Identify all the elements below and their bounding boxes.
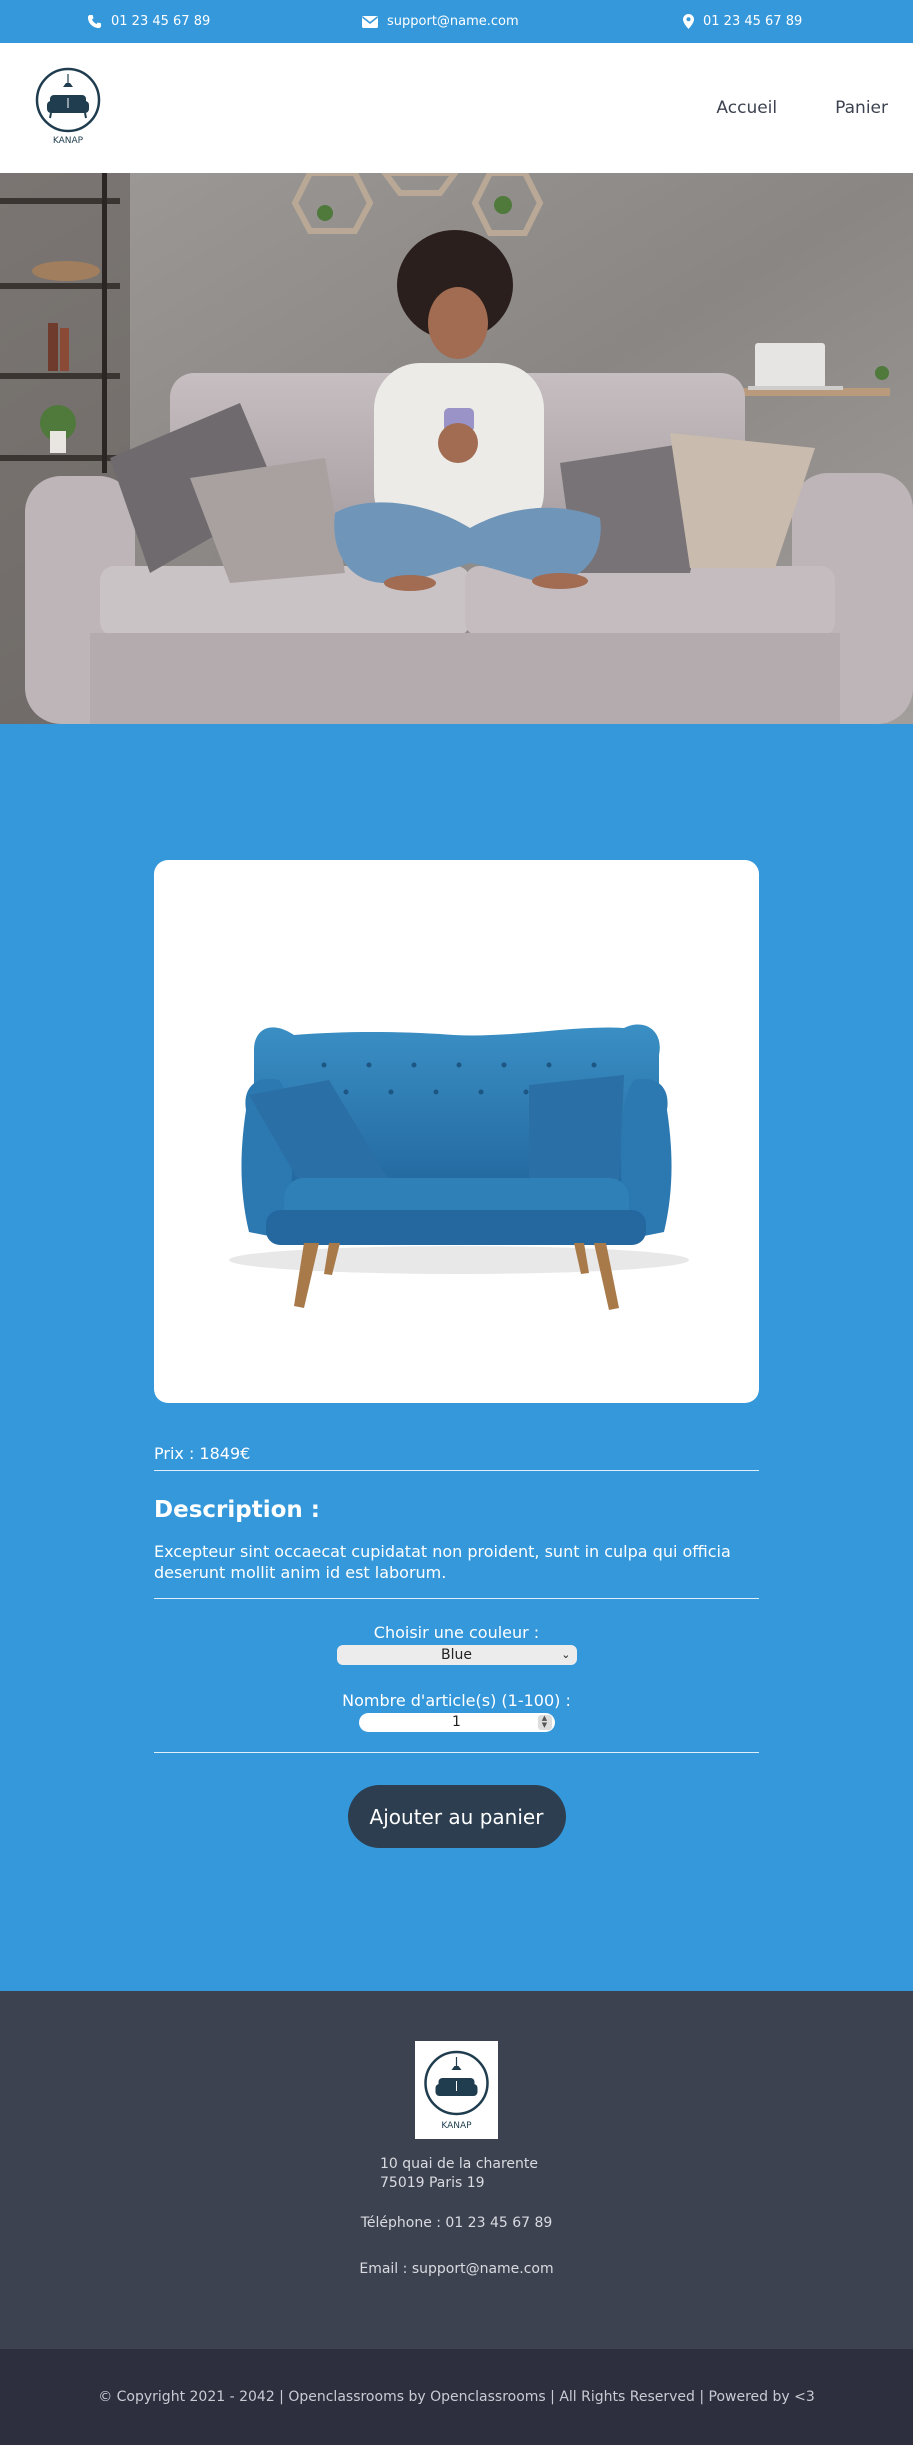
- topbar-location: 01 23 45 67 89: [683, 0, 802, 43]
- color-select-value: Blue: [441, 1647, 472, 1663]
- copyright-bar: © Copyright 2021 - 2042 | Openclassrooms…: [0, 2349, 913, 2445]
- topbar-email-text: support@name.com: [387, 14, 519, 29]
- color-select[interactable]: Blue ⌄: [336, 1645, 577, 1665]
- footer-address: 10 quai de la charente 75019 Paris 19: [380, 2155, 538, 2193]
- quantity-value: 1: [452, 1714, 461, 1730]
- product-price: Prix : 1849€: [154, 1443, 251, 1463]
- top-bar: 01 23 45 67 89 support@name.com 01 23 45…: [0, 0, 913, 43]
- envelope-icon: [362, 15, 378, 28]
- main-nav: Accueil Panier: [716, 43, 888, 173]
- product-section: Prix : 1849€ Description : Excepteur sin…: [0, 724, 913, 1991]
- address-line-1: 10 quai de la charente: [380, 2156, 538, 2172]
- footer-logo: KANAP: [415, 2041, 498, 2139]
- logo-text: KANAP: [53, 136, 84, 146]
- add-to-cart-button[interactable]: Ajouter au panier: [347, 1785, 566, 1848]
- divider: [154, 1598, 759, 1599]
- sofa-product-image: [229, 1024, 689, 1310]
- nav-cart-link[interactable]: Panier: [835, 98, 888, 118]
- hero-banner: [0, 173, 913, 724]
- site-footer: KANAP 10 quai de la charente 75019 Paris…: [0, 1991, 913, 2349]
- phone-icon: [87, 14, 102, 29]
- color-label: Choisir une couleur :: [373, 1623, 540, 1642]
- nav-home-link[interactable]: Accueil: [716, 98, 777, 118]
- footer-phone: Téléphone : 01 23 45 67 89: [360, 2215, 553, 2231]
- footer-email[interactable]: Email : support@name.com: [0, 2261, 913, 2277]
- map-pin-icon: [683, 14, 694, 29]
- description-title: Description :: [154, 1497, 320, 1523]
- topbar-location-text: 01 23 45 67 89: [703, 14, 803, 29]
- address-line-2: 75019 Paris 19: [380, 2175, 485, 2191]
- quantity-label: Nombre d'article(s) (1-100) :: [342, 1691, 571, 1710]
- quantity-stepper-icon[interactable]: ▲ ▼: [537, 1715, 552, 1730]
- chevron-down-icon: ⌄: [561, 1648, 571, 1661]
- copyright-text: © Copyright 2021 - 2042 | Openclassrooms…: [98, 2389, 815, 2405]
- topbar-email: support@name.com: [362, 0, 519, 43]
- quantity-input[interactable]: 1 ▲ ▼: [358, 1713, 555, 1732]
- site-header: KANAP Accueil Panier: [0, 43, 913, 173]
- divider: [154, 1470, 759, 1471]
- topbar-phone-text: 01 23 45 67 89: [111, 14, 211, 29]
- kanap-logo[interactable]: KANAP: [33, 65, 103, 147]
- topbar-phone: 01 23 45 67 89: [87, 0, 210, 43]
- product-options: Choisir une couleur : Blue ⌄ Nombre d'ar…: [154, 1623, 759, 1732]
- product-details: Prix : 1849€ Description : Excepteur sin…: [154, 1436, 759, 1848]
- footer-logo-text: KANAP: [441, 2121, 472, 2131]
- product-image-card: [154, 860, 759, 1403]
- divider: [154, 1752, 759, 1753]
- description-text: Excepteur sint occaecat cupidatat non pr…: [154, 1542, 731, 1582]
- hero-image: [0, 173, 913, 724]
